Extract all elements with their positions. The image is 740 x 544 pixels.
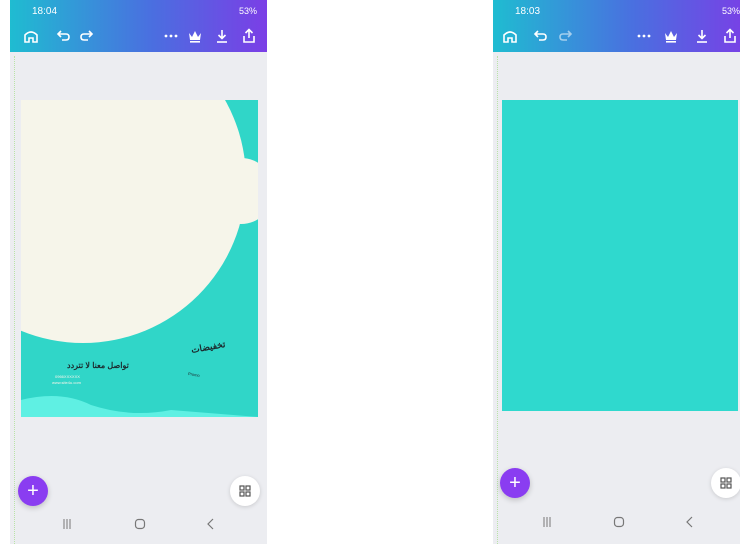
battery-level: 53% [721, 6, 740, 16]
status-bar: 18:03 53% [493, 5, 740, 19]
undo-icon[interactable] [52, 25, 74, 47]
system-nav-bar [10, 504, 267, 544]
download-icon[interactable] [211, 25, 233, 47]
home-icon[interactable] [499, 25, 521, 47]
back-nav-icon[interactable] [678, 512, 702, 532]
side-ruler [493, 56, 498, 544]
crown-icon[interactable] [184, 25, 206, 47]
recents-nav-icon[interactable] [535, 512, 559, 532]
system-nav-bar [493, 502, 740, 540]
add-button[interactable]: + [18, 476, 48, 506]
redo-icon[interactable] [76, 25, 98, 47]
design-shapes [21, 100, 258, 417]
back-nav-icon[interactable] [199, 514, 223, 534]
editor-toolbar: 18:04 53% [10, 0, 267, 52]
editor-toolbar: 18:03 53% [493, 0, 740, 52]
toolbar-actions [493, 25, 740, 49]
design-phone-line[interactable]: 0966XXXXXX [55, 374, 80, 379]
phone-screen-left: 18:04 53% تخفيضات تواصل معنا لا تتردد Pr… [10, 0, 267, 544]
grid-icon[interactable] [711, 468, 740, 498]
status-bar: 18:04 53% [10, 5, 267, 19]
side-ruler [10, 56, 15, 544]
status-time: 18:03 [515, 6, 541, 17]
design-headline[interactable]: تواصل معنا لا تتردد [67, 361, 129, 370]
more-icon[interactable] [160, 25, 182, 47]
add-button[interactable]: + [500, 468, 530, 498]
undo-icon[interactable] [529, 25, 551, 47]
share-icon[interactable] [719, 25, 740, 47]
recents-nav-icon[interactable] [55, 514, 79, 534]
redo-icon[interactable] [555, 25, 577, 47]
grid-icon[interactable] [230, 476, 260, 506]
more-icon[interactable] [633, 25, 655, 47]
battery-level: 53% [238, 6, 257, 16]
design-page[interactable]: تخفيضات تواصل معنا لا تتردد Promo 0966XX… [21, 100, 258, 417]
design-web-line[interactable]: www.site4u.com [52, 380, 81, 385]
home-icon[interactable] [20, 25, 42, 47]
phone-screen-right: 18:03 53% + [493, 0, 740, 544]
design-page[interactable] [502, 100, 738, 411]
status-time: 18:04 [32, 6, 58, 17]
share-icon[interactable] [238, 25, 260, 47]
home-nav-icon[interactable] [128, 514, 152, 534]
crown-icon[interactable] [660, 25, 682, 47]
toolbar-actions [10, 25, 267, 49]
home-nav-icon[interactable] [607, 512, 631, 532]
download-icon[interactable] [691, 25, 713, 47]
